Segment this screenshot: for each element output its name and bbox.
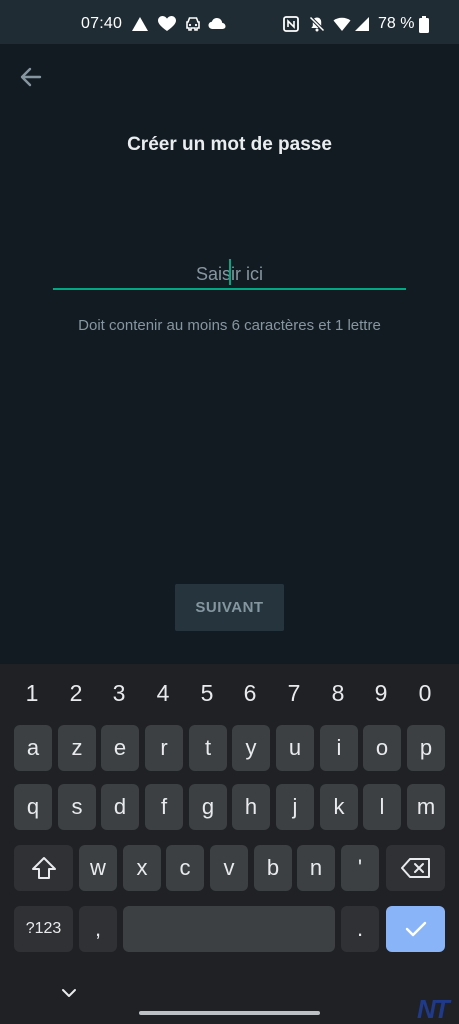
key-v[interactable]: v <box>210 845 248 891</box>
shift-icon <box>31 857 56 879</box>
key-4[interactable]: 4 <box>145 680 181 707</box>
key-k[interactable]: k <box>320 784 358 830</box>
key-i[interactable]: i <box>320 725 358 771</box>
key-x[interactable]: x <box>123 845 161 891</box>
cloud-icon <box>208 16 226 32</box>
home-indicator[interactable] <box>139 1011 320 1015</box>
key-p[interactable]: p <box>407 725 445 771</box>
key-d[interactable]: d <box>101 784 139 830</box>
key-y[interactable]: y <box>232 725 270 771</box>
text-cursor <box>229 259 231 285</box>
key-3[interactable]: 3 <box>101 680 137 707</box>
key-s[interactable]: s <box>58 784 96 830</box>
key-a[interactable]: a <box>14 725 52 771</box>
battery-icon <box>419 16 429 33</box>
key-r[interactable]: r <box>145 725 183 771</box>
key-1[interactable]: 1 <box>14 680 50 707</box>
key-z[interactable]: z <box>58 725 96 771</box>
arrow-left-icon <box>20 67 42 87</box>
period-key[interactable]: . <box>341 906 379 952</box>
notifications-off-icon <box>309 16 325 32</box>
password-hint: Doit contenir au moins 6 caractères et 1… <box>78 317 381 334</box>
car-icon <box>185 16 201 32</box>
key-w[interactable]: w <box>79 845 117 891</box>
key-e[interactable]: e <box>101 725 139 771</box>
cellular-signal-icon <box>354 16 370 32</box>
key-j[interactable]: j <box>276 784 314 830</box>
enter-key[interactable] <box>386 906 445 952</box>
key-l[interactable]: l <box>363 784 401 830</box>
key-h[interactable]: h <box>232 784 270 830</box>
key-2[interactable]: 2 <box>58 680 94 707</box>
battery-percentage: 78 % <box>378 15 415 32</box>
key-q[interactable]: q <box>14 784 52 830</box>
wifi-icon <box>333 16 351 32</box>
key-7[interactable]: 7 <box>276 680 312 707</box>
key-u[interactable]: u <box>276 725 314 771</box>
key-5[interactable]: 5 <box>189 680 225 707</box>
check-icon <box>405 921 426 937</box>
keyboard: 1 2 3 4 5 6 7 8 9 0 a z e r t y u i o p … <box>0 664 459 1024</box>
back-button[interactable] <box>16 62 46 92</box>
status-time: 07:40 <box>81 15 123 32</box>
shift-key[interactable] <box>14 845 73 891</box>
symbols-key[interactable]: ?123 <box>14 906 73 952</box>
hide-keyboard-button[interactable] <box>58 985 80 1001</box>
backspace-key[interactable] <box>386 845 445 891</box>
key-6[interactable]: 6 <box>232 680 268 707</box>
page-title: Créer un mot de passe <box>127 134 332 155</box>
field-underline <box>53 288 406 290</box>
heart-icon <box>158 16 176 32</box>
key-f[interactable]: f <box>145 784 183 830</box>
backspace-icon <box>400 858 430 878</box>
watermark: NT <box>417 994 450 1024</box>
key-t[interactable]: t <box>189 725 227 771</box>
key-n[interactable]: n <box>297 845 335 891</box>
key-c[interactable]: c <box>166 845 204 891</box>
key-m[interactable]: m <box>407 784 445 830</box>
nfc-icon <box>283 16 299 32</box>
key-g[interactable]: g <box>189 784 227 830</box>
key-apostrophe[interactable]: ' <box>341 845 379 891</box>
key-8[interactable]: 8 <box>320 680 356 707</box>
status-bar: 07:40 78 % <box>0 0 459 44</box>
next-button[interactable]: SUIVANT <box>175 584 284 631</box>
comma-key[interactable]: , <box>79 906 117 952</box>
key-o[interactable]: o <box>363 725 401 771</box>
space-bar[interactable] <box>123 906 335 952</box>
key-b[interactable]: b <box>254 845 292 891</box>
key-0[interactable]: 0 <box>407 680 443 707</box>
alert-triangle-icon <box>131 16 149 32</box>
chevron-down-icon <box>62 989 76 997</box>
key-9[interactable]: 9 <box>363 680 399 707</box>
